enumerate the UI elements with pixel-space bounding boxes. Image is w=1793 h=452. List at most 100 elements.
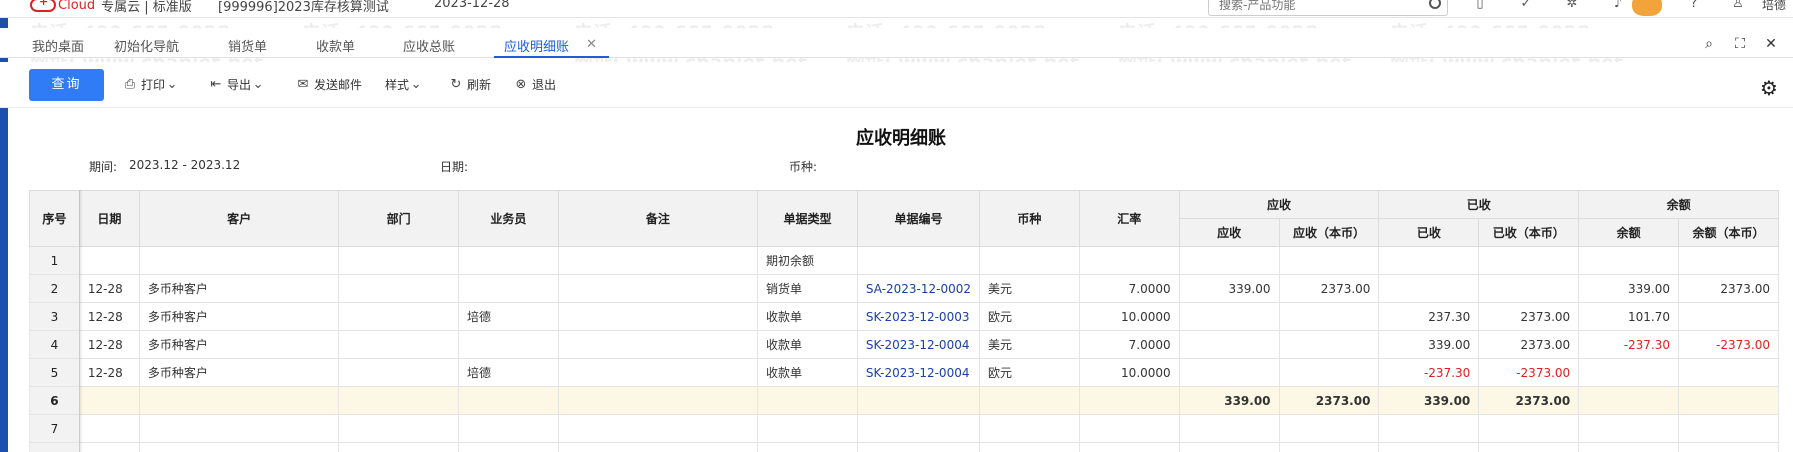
document-icon[interactable]: ▯ <box>1472 0 1488 12</box>
feature-search[interactable] <box>1208 0 1448 16</box>
col-header-currency[interactable]: 币种 <box>979 190 1080 247</box>
cell-seq: 6 <box>29 386 80 415</box>
cell-remark <box>557 386 759 415</box>
tab-receivable-ledger[interactable]: 应收总账 <box>403 36 455 55</box>
user-icon[interactable]: ♙ <box>1730 0 1746 12</box>
export-button[interactable]: ⇤ 导出 ⌄ <box>209 76 269 93</box>
exit-button[interactable]: ⊗ 退出 <box>514 76 556 93</box>
bell-icon[interactable]: ♪ <box>1610 0 1626 12</box>
cell-receivable-amt <box>1178 358 1280 387</box>
cell-balance-base <box>1678 246 1779 275</box>
col-header-received-amt[interactable]: 已收 <box>1378 218 1480 247</box>
table-row[interactable]: 3 12-28 多币种客户 培德 收款单 SK-2023-12-0003 欧元 10.0000… <box>29 302 1779 331</box>
cell-received-base: 2373.00 <box>1478 330 1580 359</box>
cell-doc-type <box>757 442 858 452</box>
table-row[interactable]: 1 期初余额 <box>29 246 1779 275</box>
cell-seq <box>29 442 80 452</box>
col-header-balance-amt[interactable]: 余额 <box>1578 218 1680 247</box>
active-tab-indicator <box>494 56 609 58</box>
cell-customer <box>138 414 340 443</box>
send-mail-button[interactable]: ✉ 发送邮件 <box>296 76 362 93</box>
col-header-remark[interactable]: 备注 <box>557 190 759 247</box>
cell-remark <box>557 358 759 387</box>
cell-received-amt: 237.30 <box>1378 302 1480 331</box>
col-header-rate[interactable]: 汇率 <box>1078 190 1180 247</box>
col-header-receivable-base[interactable]: 应收（本币） <box>1278 218 1380 247</box>
checklist-icon[interactable]: ✓ <box>1518 0 1534 12</box>
tab-receivable-detail[interactable]: 应收明细账 <box>504 36 569 55</box>
search-icon[interactable] <box>1429 0 1441 9</box>
col-group-received: 已收 <box>1378 190 1580 219</box>
cell-receivable-base <box>1278 358 1380 387</box>
cell-dept <box>338 442 459 452</box>
cell-customer: 多币种客户 <box>138 302 340 331</box>
gear-icon[interactable]: ⚙ <box>1760 76 1778 100</box>
cell-remark <box>557 330 759 359</box>
cell-doc-no <box>856 246 981 275</box>
help-icon[interactable]: ? <box>1686 0 1702 12</box>
table-row[interactable]: 7 <box>29 414 1779 443</box>
refresh-button[interactable]: ↻ 刷新 <box>449 76 491 93</box>
col-header-date[interactable]: 日期 <box>78 190 140 247</box>
app-logo[interactable]: Cloud 专属云 | 标准版 <box>30 0 192 15</box>
cell-doc-no[interactable]: SK-2023-12-0003 <box>856 302 981 331</box>
cell-doc-no[interactable]: SK-2023-12-0004 <box>856 358 981 387</box>
cell-receivable-base: 2373.00 <box>1278 386 1380 415</box>
col-header-staff[interactable]: 业务员 <box>457 190 559 247</box>
chevron-down-icon: ⌄ <box>166 76 178 92</box>
cell-doc-no[interactable]: SA-2023-12-0002 <box>856 274 981 303</box>
fullscreen-icon[interactable]: ⛶ <box>1731 35 1749 53</box>
receivable-detail-table: 序号 日期 客户 部门 业务员 备注 单据类型 单据编号 币种 汇率 应收 已收… <box>29 190 1779 452</box>
col-group-receivable: 应收 <box>1178 190 1380 219</box>
cell-staff: 培德 <box>457 302 559 331</box>
style-button[interactable]: 样式 ⌄ <box>385 76 427 93</box>
cell-doc-type: 收款单 <box>757 302 858 331</box>
table-row[interactable]: 4 12-28 多币种客户 收款单 SK-2023-12-0004 美元 7.0000 339… <box>29 330 1779 359</box>
cell-receivable-base <box>1278 330 1380 359</box>
cell-balance-base: -2373.00 <box>1678 330 1779 359</box>
table-row[interactable] <box>29 442 1779 452</box>
close-icon[interactable]: ✕ <box>1762 35 1780 53</box>
tab-receipt[interactable]: 收款单 <box>316 36 355 55</box>
table-row[interactable]: 5 12-28 多币种客户 培德 收款单 SK-2023-12-0004 欧元 10.0000… <box>29 358 1779 387</box>
col-header-customer[interactable]: 客户 <box>138 190 340 247</box>
col-header-balance-base[interactable]: 余额（本币） <box>1678 218 1779 247</box>
col-header-doc-type[interactable]: 单据类型 <box>757 190 858 247</box>
query-button[interactable]: 查询 <box>29 69 104 101</box>
account-name[interactable]: [999996]2023库存核算测试 <box>218 0 389 15</box>
cell-staff <box>457 386 559 415</box>
tab-init-guide[interactable]: 初始化导航 <box>114 36 179 55</box>
search-input[interactable] <box>1209 0 1409 15</box>
cell-seq: 1 <box>29 246 80 275</box>
edition-label: 专属云 | 标准版 <box>101 0 192 15</box>
cell-balance-amt: 101.70 <box>1578 302 1680 331</box>
tab-sales-order[interactable]: 销货单 <box>228 36 267 55</box>
date-label: 日期: <box>440 160 469 174</box>
period-label: 期间: <box>89 160 118 174</box>
username[interactable]: 培德 <box>1762 0 1786 13</box>
search-icon[interactable]: ⌕ <box>1700 35 1718 53</box>
cell-seq: 5 <box>29 358 80 387</box>
total-row[interactable]: 6 339.00 2373.00 339.00 2373.00 <box>29 386 1779 415</box>
table-row[interactable]: 2 12-28 多币种客户 销货单 SA-2023-12-0002 美元 7.0000 339… <box>29 274 1779 303</box>
settings-cog-icon[interactable]: ✲ <box>1564 0 1580 12</box>
print-button[interactable]: ⎙ 打印 ⌄ <box>123 76 183 93</box>
cell-receivable-base: 2373.00 <box>1278 274 1380 303</box>
col-header-received-base[interactable]: 已收（本币） <box>1478 218 1580 247</box>
logo-text: Cloud <box>58 0 96 13</box>
cell-rate <box>1078 414 1180 443</box>
cell-received-amt <box>1378 246 1480 275</box>
refresh-label: 刷新 <box>467 78 492 92</box>
close-icon[interactable]: ✕ <box>586 37 597 52</box>
cell-staff <box>457 442 559 452</box>
cell-balance-base <box>1678 358 1779 387</box>
col-header-receivable-amt[interactable]: 应收 <box>1178 218 1280 247</box>
cell-received-base: 2373.00 <box>1478 386 1580 415</box>
tab-desktop[interactable]: 我的桌面 <box>32 36 84 55</box>
cell-doc-no[interactable]: SK-2023-12-0004 <box>856 330 981 359</box>
cell-currency <box>979 442 1080 452</box>
col-header-doc-no[interactable]: 单据编号 <box>856 190 981 247</box>
mascot-icon[interactable] <box>1632 0 1662 16</box>
col-header-dept[interactable]: 部门 <box>338 190 459 247</box>
cell-dept <box>338 302 459 331</box>
